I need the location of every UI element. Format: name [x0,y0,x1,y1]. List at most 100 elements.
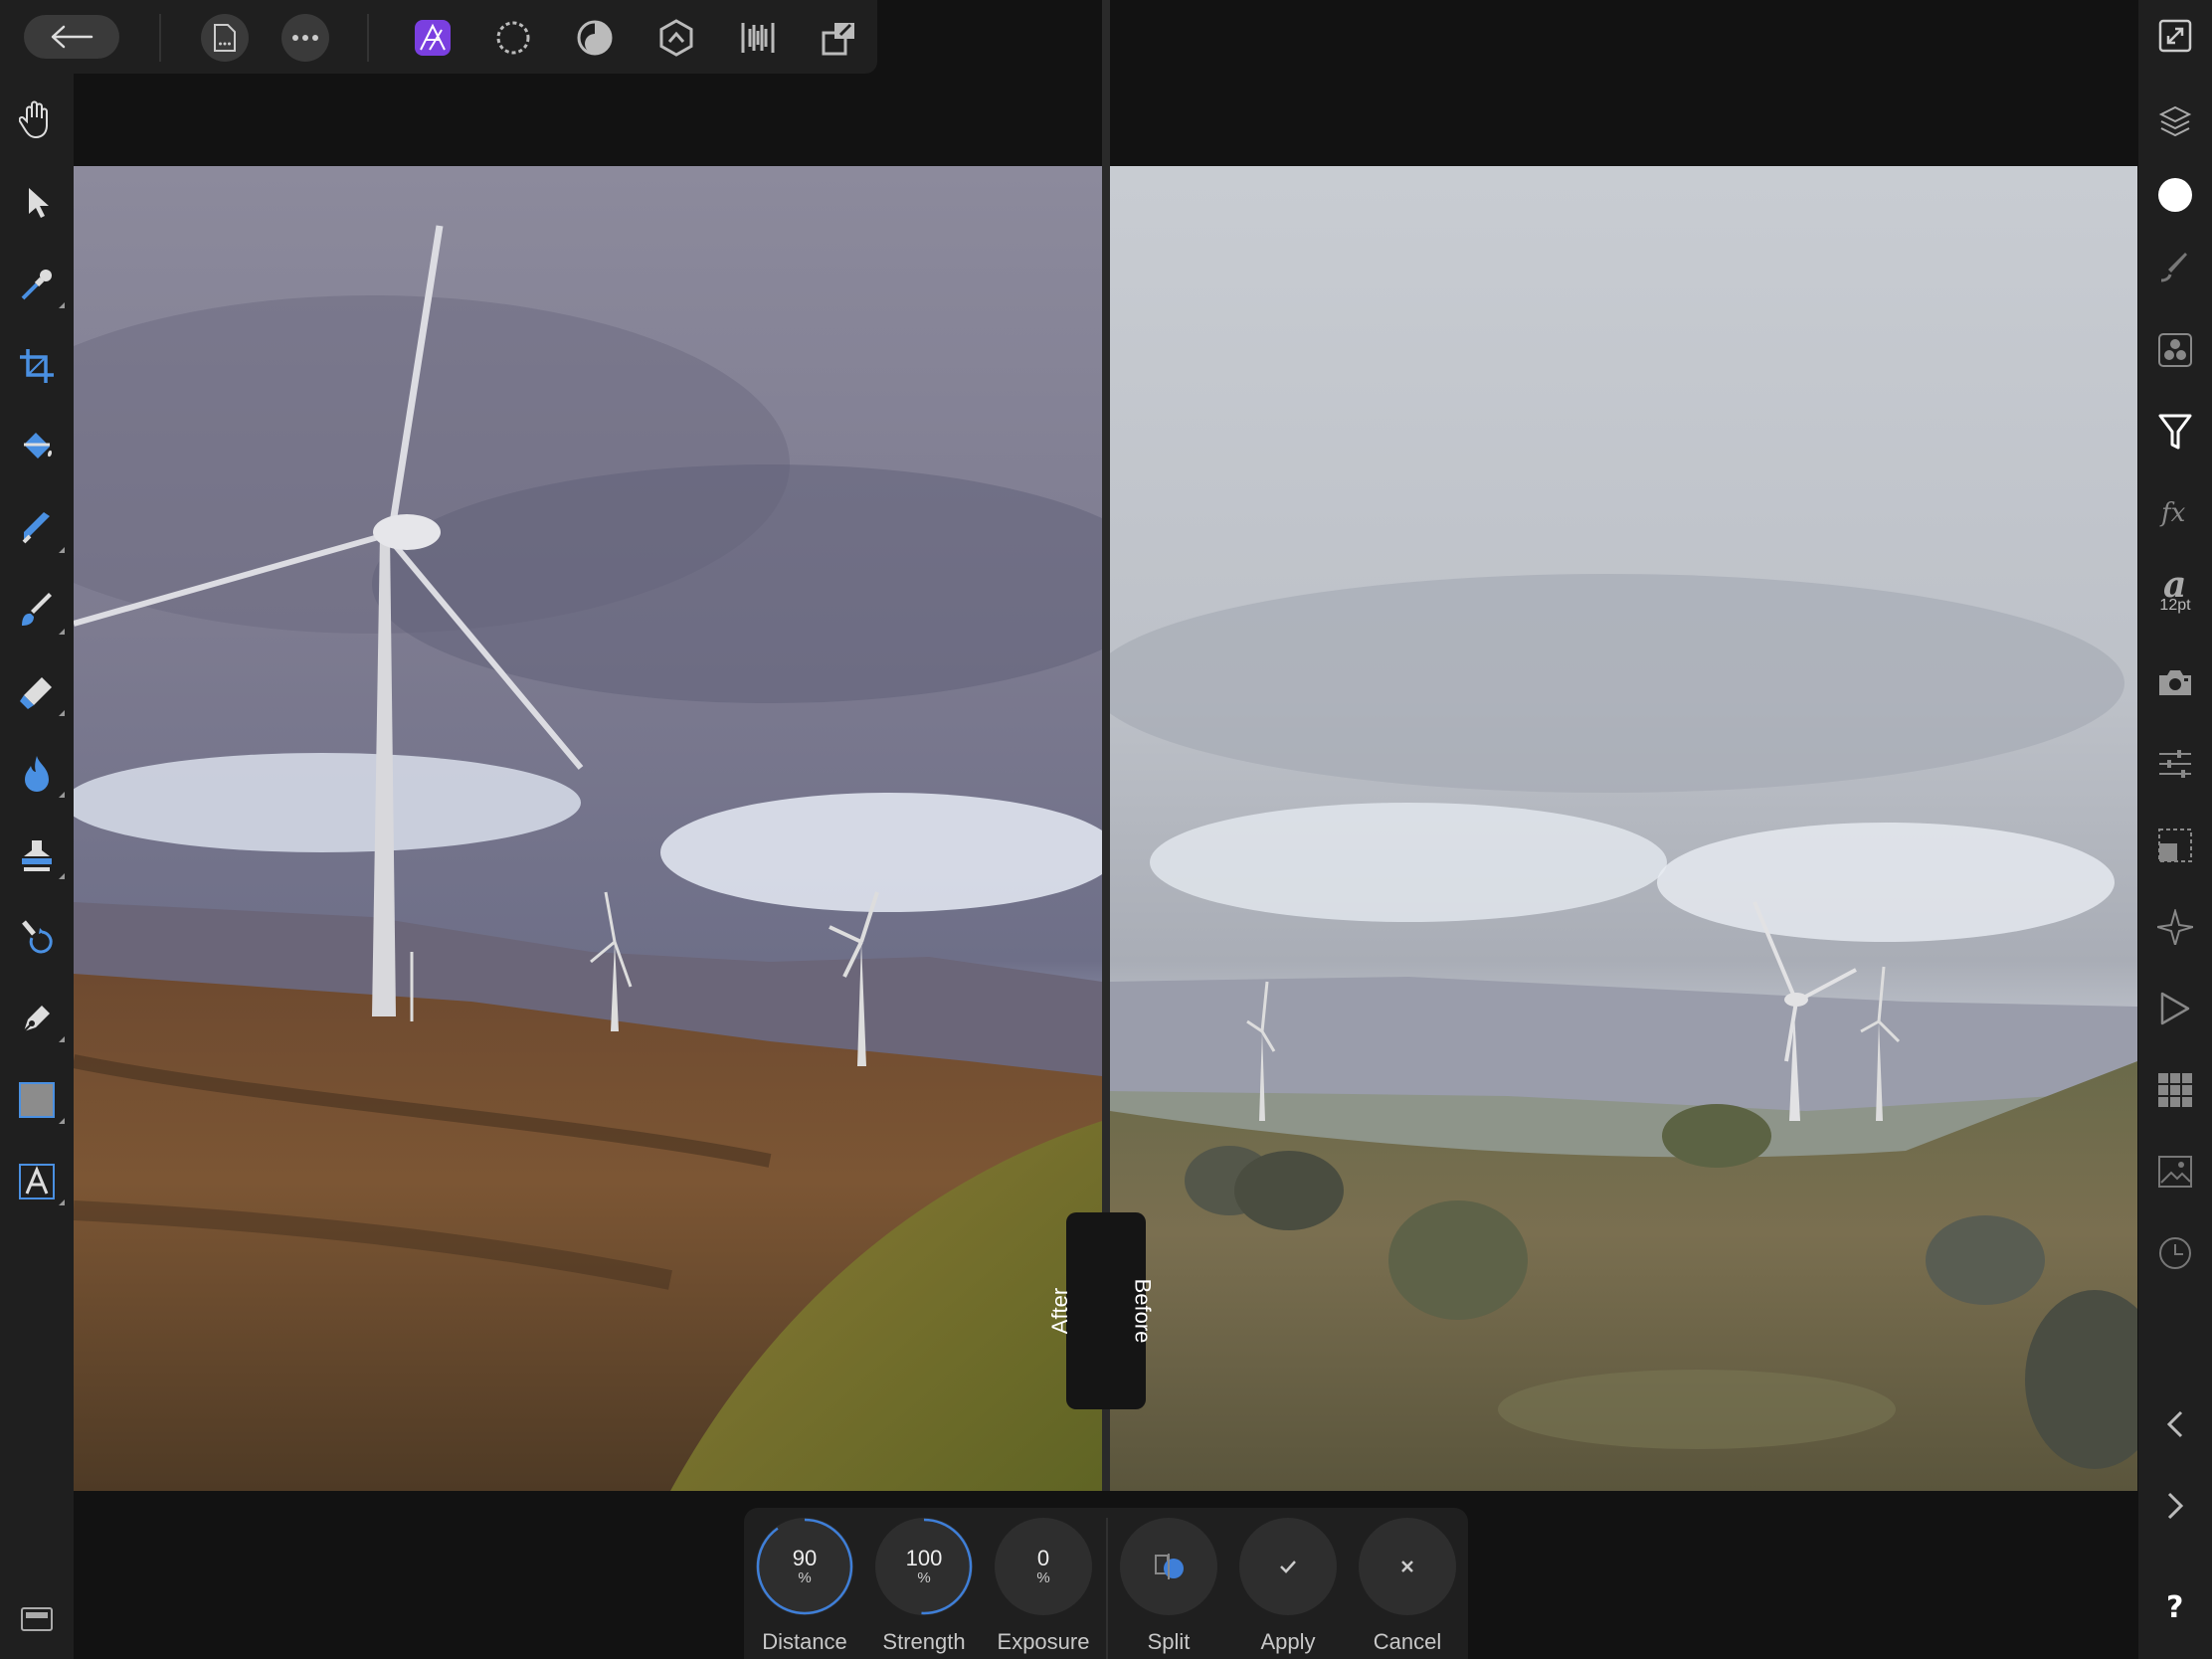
develop-persona-button[interactable] [571,14,619,62]
pen-nib-icon [23,1006,50,1032]
tools-panel [0,74,74,1659]
split-button[interactable]: Split [1114,1518,1223,1659]
cancel-label: Cancel [1373,1629,1442,1654]
tool-group-indicator [59,1036,65,1042]
navigator-studio-button[interactable] [2151,903,2199,951]
move-tool[interactable] [13,179,61,227]
cancel-button[interactable]: Cancel [1353,1518,1462,1659]
transform-icon [2158,829,2192,862]
undo-brush-icon [22,920,53,954]
erase-brush-tool[interactable] [13,668,65,716]
more-icon [292,35,318,41]
transform-studio-button[interactable] [2151,822,2199,869]
crop-tool[interactable] [13,342,61,390]
stock-studio-button[interactable] [2151,1066,2199,1114]
play-icon [2160,992,2190,1025]
liquify-persona-icon [496,21,530,55]
clone-brush-tool[interactable] [13,831,65,879]
develop-persona-icon [577,20,613,56]
effects-studio-button[interactable]: fx [2151,489,2199,537]
liquify-persona-button[interactable] [489,14,537,62]
text-frame-icon [19,1164,55,1199]
expand-studio-right-button[interactable] [2151,1482,2199,1530]
history-studio-button[interactable] [2151,1229,2199,1277]
strength-control[interactable]: 100 % Strength [869,1518,979,1659]
stock-images-studio-button[interactable] [2151,1148,2199,1196]
tool-group-indicator [59,1118,65,1124]
tone-mapping-persona-button[interactable] [652,14,700,62]
image-icon [2158,1156,2192,1188]
checkmark-icon [1280,1561,1296,1573]
sliders-icon [2159,750,2191,778]
display-icon [21,1607,53,1631]
affinity-photo-window: fx a 12pt ? After Before 90 % Distance 1… [0,0,2212,1659]
chevron-left-icon [2166,1410,2183,1438]
channels-studio-button[interactable] [2151,326,2199,374]
pen-tool[interactable] [13,995,65,1042]
split-view-handle[interactable]: After Before [1048,1212,1155,1409]
fullscreen-icon [2158,19,2192,53]
paint-brush-tool[interactable] [13,587,65,635]
cancel-button-circle[interactable] [1359,1518,1456,1615]
exposure-dial[interactable]: 0 % [995,1518,1092,1615]
apply-button-circle[interactable] [1239,1518,1337,1615]
strength-dial[interactable]: 100 % [875,1518,973,1615]
more-button[interactable] [281,14,329,62]
tool-group-indicator [59,1199,65,1205]
stamp-icon [22,840,52,871]
shape-tool[interactable] [13,1076,65,1124]
close-icon [1401,1561,1413,1572]
color-studio-button[interactable] [2151,171,2199,219]
hide-ui-button[interactable] [13,1595,61,1643]
paint-bucket-icon [24,433,52,459]
exposure-control[interactable]: 0 % Exposure [989,1518,1098,1659]
macro-studio-button[interactable] [2151,985,2199,1032]
chevron-right-icon [2167,1492,2184,1520]
undo-brush-tool[interactable] [13,913,61,961]
landscape-before-photo [1110,166,2137,1491]
distance-control[interactable]: 90 % Distance [750,1518,859,1659]
pointer-arrow-icon [29,188,49,218]
distance-dial[interactable]: 90 % [756,1518,853,1615]
split-label: Split [1147,1629,1191,1654]
question-mark-icon: ? [2166,1590,2183,1621]
svg-text:?: ? [2166,1590,2183,1621]
text-styles-studio-button[interactable]: a 12pt [2151,567,2199,615]
grid-icon [2158,1073,2192,1107]
divider [367,14,369,62]
fullscreen-button[interactable] [2151,12,2199,60]
photo-persona-button[interactable] [409,14,457,62]
snapshots-studio-button[interactable] [2151,658,2199,706]
filter-context-toolbar: 90 % Distance 100 % Strength 0 % Exposur… [744,1508,1468,1659]
selection-brush-icon [22,512,50,544]
compass-icon [2157,909,2193,945]
back-button[interactable] [24,15,119,59]
view-tool[interactable] [13,95,61,143]
split-button-circle[interactable] [1120,1518,1217,1615]
filters-studio-button[interactable] [2151,408,2199,456]
apply-button[interactable]: Apply [1233,1518,1343,1659]
color-picker-tool[interactable] [13,261,65,308]
collapse-studio-left-button[interactable] [2151,1400,2199,1448]
help-button[interactable]: ? [2151,1581,2199,1629]
burn-brush-tool[interactable] [13,750,65,798]
brush-stroke-icon [2160,253,2187,282]
document-menu-button[interactable] [201,14,249,62]
brushes-studio-button[interactable] [2151,245,2199,292]
adjustments-studio-button[interactable] [2151,740,2199,788]
export-persona-button[interactable] [734,14,782,62]
tool-group-indicator [59,629,65,635]
apply-label: Apply [1260,1629,1316,1654]
tool-group-indicator [59,792,65,798]
distance-label: Distance [762,1629,847,1654]
text-tool[interactable] [13,1158,65,1205]
exposure-unit: % [1036,1569,1050,1586]
flood-fill-tool[interactable] [13,424,61,471]
layers-studio-button[interactable] [2151,97,2199,145]
studio-panel: fx a 12pt ? [2138,0,2212,1659]
export-button[interactable] [816,14,863,62]
paint-brush-icon [22,593,52,626]
selection-brush-tool[interactable] [13,505,65,553]
export-icon [822,23,854,56]
photo-persona-icon [415,20,451,56]
